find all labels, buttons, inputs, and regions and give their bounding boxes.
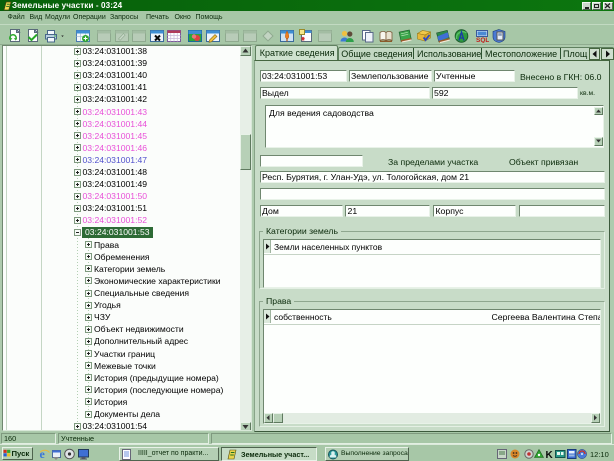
svg-text:K: K xyxy=(546,450,554,459)
svg-text:SQL: SQL xyxy=(476,37,489,43)
